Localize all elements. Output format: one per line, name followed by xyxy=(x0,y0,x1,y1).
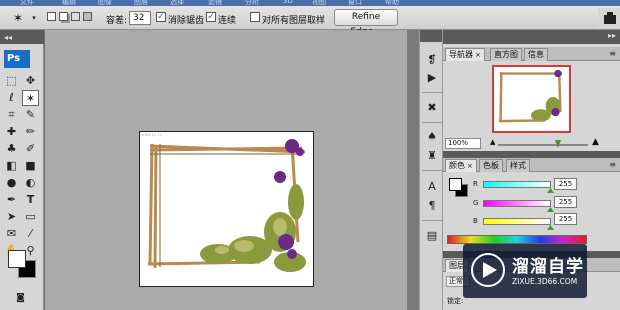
clone-stamp-icon[interactable]: ♣ xyxy=(3,141,20,157)
bamboo-frame-image xyxy=(147,139,306,272)
navigator-thumbnail xyxy=(498,69,563,123)
panel-menu-icon[interactable]: ≡ xyxy=(609,49,616,58)
magic-wand-tool-icon[interactable]: ✶ xyxy=(22,90,39,106)
tab-histogram[interactable]: 直方图 xyxy=(490,48,522,61)
workspace-switcher[interactable] xyxy=(598,8,620,28)
channel-g-input[interactable]: 255 xyxy=(554,196,577,208)
eyedropper-sample-icon[interactable]: ⁄ xyxy=(22,226,39,242)
tab-color[interactable]: 颜色 × xyxy=(445,159,477,172)
contiguous-checkbox[interactable]: ✓ xyxy=(206,12,216,22)
subtract-selection-icon[interactable] xyxy=(71,12,80,21)
blur-tool-icon[interactable]: ● xyxy=(3,175,20,191)
dock-divider[interactable] xyxy=(407,30,419,310)
channel-b-label: B xyxy=(473,217,478,225)
channel-g-label: G xyxy=(473,199,479,207)
ps-logo: Ps xyxy=(4,50,30,68)
watermark-subtitle: ZIXUE.3D66.COM xyxy=(512,277,578,286)
quick-mask-icon[interactable]: ◙ xyxy=(12,290,29,306)
tolerance-input[interactable]: 32 xyxy=(129,11,151,25)
clone-source-icon[interactable]: ♜ xyxy=(424,148,440,163)
eyedropper-tool-icon[interactable]: ✎ xyxy=(22,107,39,123)
sample-all-layers-label: 对所有图层取样 xyxy=(262,16,326,26)
color-panel-header[interactable] xyxy=(443,151,620,158)
channel-r-input[interactable]: 255 xyxy=(554,178,577,190)
workspace-icon xyxy=(604,12,616,24)
crop-tool-icon[interactable]: ⌗ xyxy=(3,107,20,123)
toolbox-header[interactable]: ◂◂ xyxy=(0,30,44,44)
zoom-in-icon[interactable]: ▲ xyxy=(592,137,599,147)
gradient-tool-icon[interactable]: ■ xyxy=(22,158,39,174)
color-panel-menu-icon[interactable]: ≡ xyxy=(609,160,616,169)
panel-dock-icons: ❡ ▶ ✖ ♠ ♜ A ¶ ▤ xyxy=(419,30,443,310)
zoom-input[interactable]: 100% xyxy=(445,138,481,149)
watermark-title: 溜溜自学 xyxy=(512,257,584,277)
refine-edge-button[interactable]: Refine Edge... xyxy=(334,9,398,37)
channel-b-thumb[interactable] xyxy=(547,225,554,230)
lock-label: 锁定: xyxy=(447,297,464,305)
document-watermark-text: www.ps.cn xyxy=(141,132,163,137)
shape-tool-icon[interactable]: ▭ xyxy=(22,209,39,225)
sample-all-layers-checkbox[interactable] xyxy=(250,12,260,22)
channel-r-label: R xyxy=(473,180,478,188)
path-selection-icon[interactable]: ➤ xyxy=(3,209,20,225)
history-brush-icon[interactable]: ✐ xyxy=(22,141,39,157)
character-icon[interactable]: A xyxy=(424,179,440,194)
layer-comps-icon[interactable]: ▤ xyxy=(424,228,440,243)
panels-header[interactable]: ▸▸ xyxy=(443,30,620,44)
eraser-tool-icon[interactable]: ◧ xyxy=(3,158,20,174)
tab-styles[interactable]: 样式 xyxy=(506,159,530,172)
color-panel-foreground[interactable] xyxy=(449,178,462,191)
watermark-overlay: 溜溜自学 ZIXUE.3D66.COM xyxy=(463,244,587,298)
history-icon[interactable]: ❡ xyxy=(424,52,440,67)
tab-navigator[interactable]: 导航器 × xyxy=(445,48,485,61)
healing-brush-icon[interactable]: ✚ xyxy=(3,124,20,140)
tab-info[interactable]: 信息 xyxy=(524,48,548,61)
type-tool-icon[interactable]: T xyxy=(22,192,39,208)
contiguous-label: 连续 xyxy=(218,16,237,26)
zoom-out-icon[interactable]: ▲ xyxy=(490,138,495,146)
channel-g-thumb[interactable] xyxy=(547,207,554,212)
brushes-icon[interactable]: ♠ xyxy=(424,129,440,144)
color-tabs: 颜色 × 色板 样式 ≡ xyxy=(443,158,620,172)
dodge-tool-icon[interactable]: ◐ xyxy=(22,175,39,191)
channel-b-slider[interactable] xyxy=(483,218,551,225)
channel-r-slider[interactable] xyxy=(483,181,551,188)
channel-g-slider[interactable] xyxy=(483,200,551,207)
foreground-color-swatch[interactable] xyxy=(8,250,26,268)
collapse-icon: ◂◂ xyxy=(4,33,12,42)
options-bar: ✶ ▾ 容差: 32 ✓ 消除锯齿 ✓ 连续 对所有图层取样 Refine Ed… xyxy=(0,6,620,37)
paragraph-icon[interactable]: ¶ xyxy=(424,198,440,213)
notes-tool-icon[interactable]: ✉ xyxy=(3,226,20,242)
actions-icon[interactable]: ▶ xyxy=(424,70,440,85)
dock-header[interactable] xyxy=(420,30,442,42)
marquee-tool-icon[interactable]: ⬚ xyxy=(3,73,20,89)
navigator-tabs: 导航器 × 直方图 信息 ≡ xyxy=(443,47,620,61)
channel-b-input[interactable]: 255 xyxy=(554,213,577,225)
lasso-tool-icon[interactable]: ℓ xyxy=(3,90,20,106)
new-selection-icon[interactable] xyxy=(47,12,56,21)
intersect-selection-icon[interactable] xyxy=(83,12,92,21)
document-canvas[interactable] xyxy=(139,131,314,287)
tool-presets-icon[interactable]: ✖ xyxy=(424,100,440,115)
navigator-preview[interactable] xyxy=(492,65,571,133)
svg-text:◂◂: ◂◂ xyxy=(4,33,12,42)
tab-swatches[interactable]: 色板 xyxy=(479,159,503,172)
color-spectrum-bar[interactable] xyxy=(447,235,587,244)
anti-alias-label: 消除锯齿 xyxy=(168,16,205,26)
channel-r-thumb[interactable] xyxy=(547,188,554,193)
pen-tool-icon[interactable]: ✒ xyxy=(3,192,20,208)
brush-tool-icon[interactable]: ✏ xyxy=(22,124,39,140)
menu-item-3d[interactable]: 3D xyxy=(283,0,293,5)
preset-dropdown-icon[interactable]: ▾ xyxy=(26,10,42,26)
move-tool-icon[interactable]: ✥ xyxy=(22,73,39,89)
magic-wand-preset-icon[interactable]: ✶ xyxy=(10,10,26,26)
zoom-slider[interactable] xyxy=(498,144,588,146)
anti-alias-checkbox[interactable]: ✓ xyxy=(156,12,166,22)
tolerance-label: 容差: xyxy=(106,16,128,26)
add-to-selection-icon[interactable] xyxy=(59,12,68,21)
